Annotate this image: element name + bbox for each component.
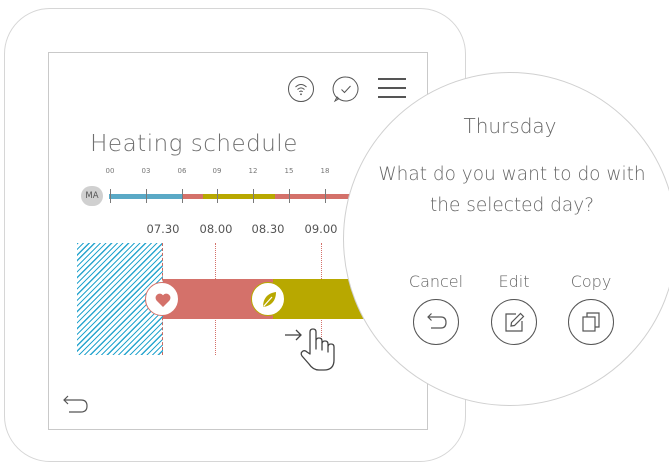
menu-icon[interactable] [377,77,407,103]
leaf-icon [263,292,276,307]
copy-label: Copy [570,272,612,291]
dialog-day-title: Thursday [463,114,557,138]
edit-button[interactable] [491,299,537,345]
back-arrow-icon[interactable] [59,395,89,419]
timeline-tick [110,189,111,203]
hour-label: 00 [105,167,115,175]
heart-icon [155,293,171,307]
cancel-button[interactable] [413,299,459,345]
timeline-tick [146,189,147,203]
hand-pointer-icon [285,328,335,371]
day-badge[interactable]: MA [81,186,103,206]
hour-label: 09 [212,167,222,175]
hour-label: 18 [320,167,330,175]
hour-label: 12 [248,167,258,175]
timeline-tick [289,189,290,203]
time-label: 07.30 [146,222,180,236]
time-label: 09.00 [304,222,338,236]
hour-label: 06 [177,167,187,175]
dialog-question: What do you want to do with the selected… [378,164,646,216]
timeline-tick [253,189,254,203]
time-label: 08.00 [199,222,233,236]
time-label: 08.30 [251,222,285,236]
timeline-segment-comfort [183,194,203,199]
message-check-icon[interactable] [332,75,360,107]
edit-label: Edit [498,272,530,291]
page-title: Heating schedule [90,131,298,157]
edit-icon [505,312,525,332]
undo-icon [427,313,447,329]
hour-label: 15 [284,167,294,175]
hour-label: 03 [141,167,151,175]
timeline-segment-eco [203,194,275,199]
eco-handle[interactable] [251,282,285,316]
cancel-label: Cancel [408,272,464,291]
copy-icon [582,312,600,332]
timeline-tick [325,189,326,203]
timeline-tick [182,189,183,203]
copy-button[interactable] [568,299,614,345]
timeline-tick [217,189,218,203]
wifi-icon[interactable] [287,75,315,107]
comfort-handle[interactable] [145,282,179,316]
